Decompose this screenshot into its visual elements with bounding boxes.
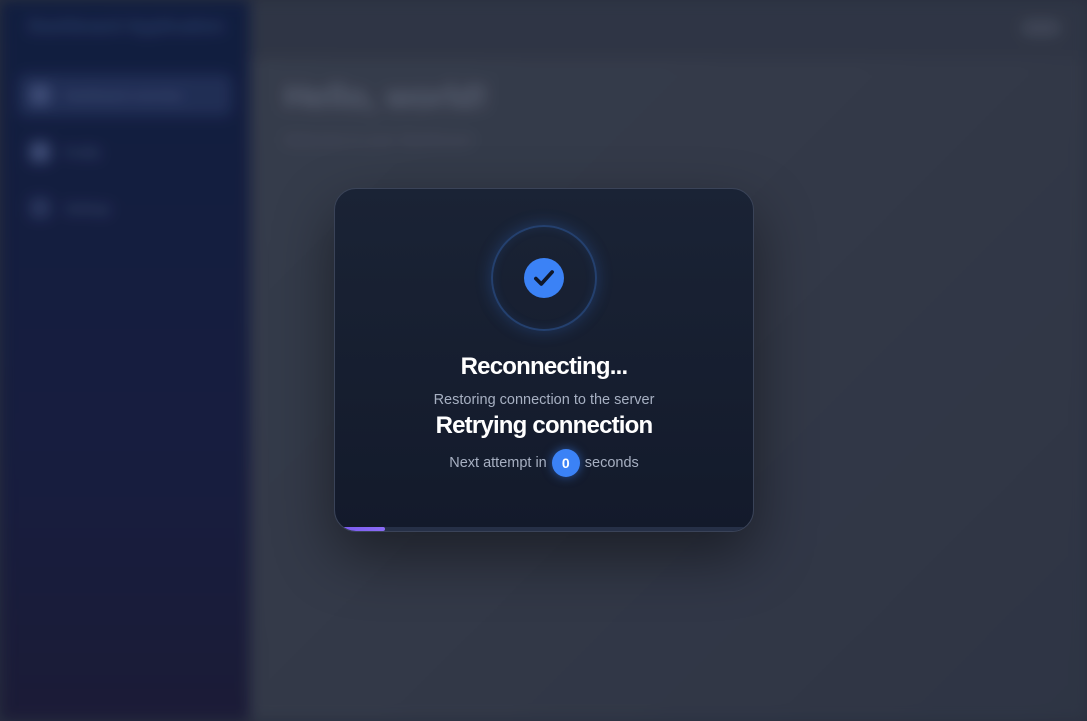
dialog-title: Reconnecting... (460, 353, 629, 380)
countdown-prefix: Next attempt in (449, 455, 547, 471)
connection-status: Retrying connection (435, 412, 654, 439)
checkmark-icon (534, 270, 554, 286)
progress-bar (335, 527, 753, 531)
reconnect-dialog: Reconnecting... Restoring connection to … (334, 188, 754, 532)
check-circle-icon (524, 258, 564, 298)
status-ring (491, 225, 597, 331)
progress-fill (343, 527, 386, 531)
app-window: Dashboard Application Dashboard overview… (0, 0, 1087, 721)
countdown: Next attempt in 0 seconds (335, 449, 753, 477)
countdown-suffix: seconds (584, 455, 639, 471)
countdown-badge: 0 (551, 449, 580, 477)
dialog-subtitle: Restoring connection to the server (433, 392, 655, 408)
